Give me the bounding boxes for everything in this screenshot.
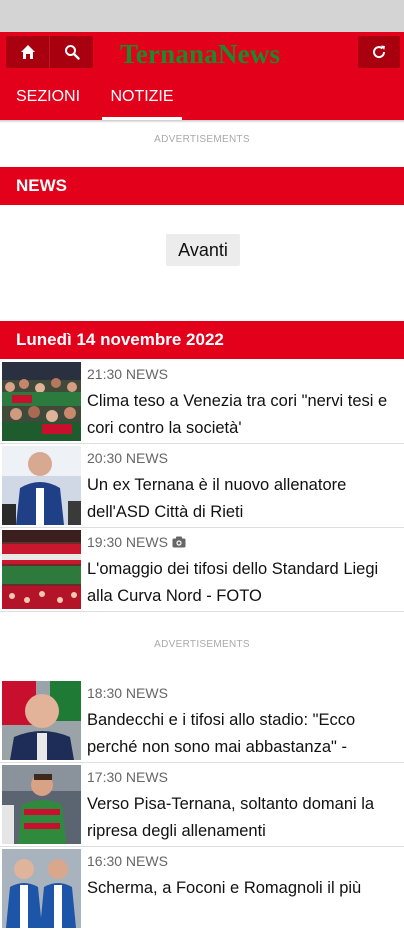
article-time: 16:30 NEWS <box>87 853 168 869</box>
article-time: 21:30 NEWS <box>87 366 168 382</box>
article-title: Un ex Ternana è il nuovo allenatore dell… <box>87 476 347 521</box>
article-title: Verso Pisa-Ternana, soltanto domani la r… <box>87 795 375 840</box>
app-logo: TernanaNews <box>120 39 281 69</box>
article-time: 20:30 NEWS <box>87 450 168 466</box>
home-icon <box>20 44 36 60</box>
next-button[interactable]: Avanti <box>166 234 240 266</box>
article-title: Bandecchi e i tifosi allo stadio: "Ecco … <box>87 711 356 756</box>
advertisement-label: ADVERTISEMENTS <box>154 639 250 650</box>
date-section-header: Lunedì 14 novembre 2022 <box>0 321 404 359</box>
search-icon <box>64 44 80 60</box>
article-item[interactable]: 21:30 NEWS Clima teso a Venezia tra cori… <box>0 360 404 444</box>
header-actions <box>6 36 93 68</box>
article-meta: 18:30 NEWS <box>87 685 168 701</box>
article-thumbnail <box>2 765 81 844</box>
article-thumbnail <box>2 530 81 609</box>
article-thumbnail <box>2 681 81 760</box>
refresh-icon <box>371 44 387 60</box>
article-item[interactable]: 20:30 NEWS Un ex Ternana è il nuovo alle… <box>0 444 404 528</box>
divider <box>0 611 404 612</box>
article-item[interactable]: 16:30 NEWS Scherma, a Foconi e Romagnoli… <box>0 847 404 931</box>
status-bar <box>0 0 404 32</box>
article-meta: 16:30 NEWS <box>87 853 168 869</box>
article-time: 17:30 NEWS <box>87 769 168 785</box>
article-meta: 19:30 NEWS <box>87 534 186 550</box>
tab-sezioni[interactable]: SEZIONI <box>16 86 80 120</box>
article-time: 18:30 NEWS <box>87 685 168 701</box>
article-meta: 21:30 NEWS <box>87 366 168 382</box>
header-shadow <box>0 120 404 123</box>
tab-notizie[interactable]: NOTIZIE <box>102 86 182 120</box>
article-thumbnail <box>2 446 81 525</box>
article-item[interactable]: 17:30 NEWS Verso Pisa-Ternana, soltanto … <box>0 763 404 847</box>
article-meta: 17:30 NEWS <box>87 769 168 785</box>
refresh-button[interactable] <box>358 36 400 68</box>
section-title: NEWS <box>16 176 67 195</box>
search-button[interactable] <box>49 36 93 68</box>
advertisement-label: ADVERTISEMENTS <box>154 134 250 145</box>
article-thumbnail <box>2 362 81 441</box>
article-title: Clima teso a Venezia tra cori "nervi tes… <box>87 392 388 437</box>
article-item[interactable]: 19:30 NEWS L'omaggio dei tifosi dello St… <box>0 528 404 612</box>
article-thumbnail <box>2 849 81 928</box>
article-item[interactable]: 18:30 NEWS Bandecchi e i tifosi allo sta… <box>0 679 404 763</box>
article-title: Scherma, a Foconi e Romagnoli il più <box>87 879 362 897</box>
article-meta: 20:30 NEWS <box>87 450 168 466</box>
date-title: Lunedì 14 novembre 2022 <box>16 330 224 349</box>
article-time: 19:30 NEWS <box>87 534 168 550</box>
camera-icon <box>172 536 186 548</box>
news-section-header: NEWS <box>0 167 404 205</box>
article-title: L'omaggio dei tifosi dello Standard Lieg… <box>87 560 379 605</box>
home-button[interactable] <box>6 36 49 68</box>
